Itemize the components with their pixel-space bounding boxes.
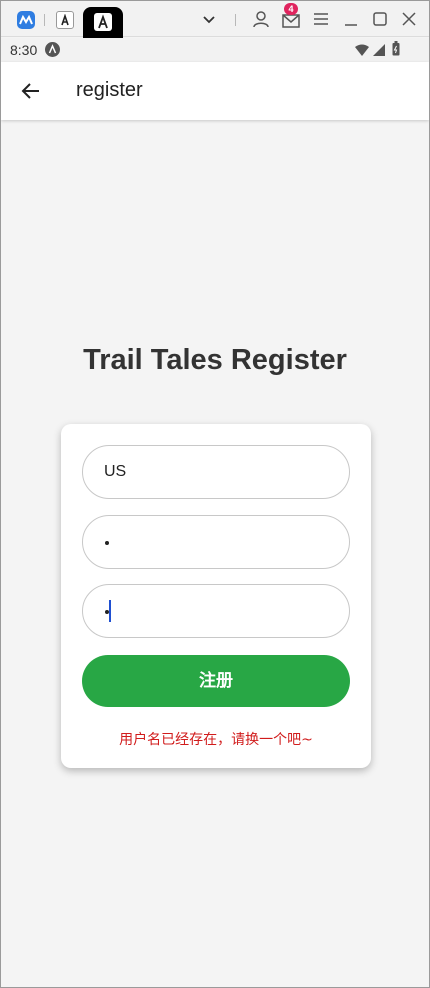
register-form-card: US 注册 用户名已经存在，请换一个吧~ [61,424,371,768]
emulator-toolbar: 4 [1,1,429,38]
register-button[interactable]: 注册 [82,655,350,707]
battery-icon [392,41,400,61]
password-mask-dot [105,541,109,545]
username-input[interactable]: US [82,445,350,499]
mumu-app-icon[interactable] [17,11,35,29]
page-title: Trail Tales Register [83,344,347,376]
close-icon[interactable] [399,9,419,29]
error-message: 用户名已经存在，请换一个吧~ [119,732,313,748]
active-app-tab-icon [94,13,112,31]
wifi-icon [355,43,369,61]
toolbar-divider [44,14,45,26]
app-tab-icon[interactable] [56,11,74,29]
active-app-tab[interactable] [83,7,123,38]
status-time: 8:30 [10,42,38,58]
text-caret [109,600,111,622]
back-arrow-icon[interactable] [19,79,43,103]
notification-badge: 4 [284,3,298,15]
toolbar-divider [235,14,236,26]
status-bar: 8:30 [1,38,429,62]
user-icon[interactable] [251,9,271,29]
app-window: 4 8:30 register Trail Tales Register US … [0,0,430,988]
chevron-down-icon[interactable] [199,9,219,29]
password-input[interactable] [82,515,350,569]
minimize-icon[interactable] [341,9,361,29]
app-bar: register [1,62,429,120]
menu-icon[interactable] [311,9,331,29]
confirm-password-input[interactable] [82,584,350,638]
signal-icon [373,43,385,61]
username-value: US [104,463,127,480]
android-notification-icon [45,42,60,57]
maximize-icon[interactable] [370,9,390,29]
app-bar-title: register [76,79,143,101]
